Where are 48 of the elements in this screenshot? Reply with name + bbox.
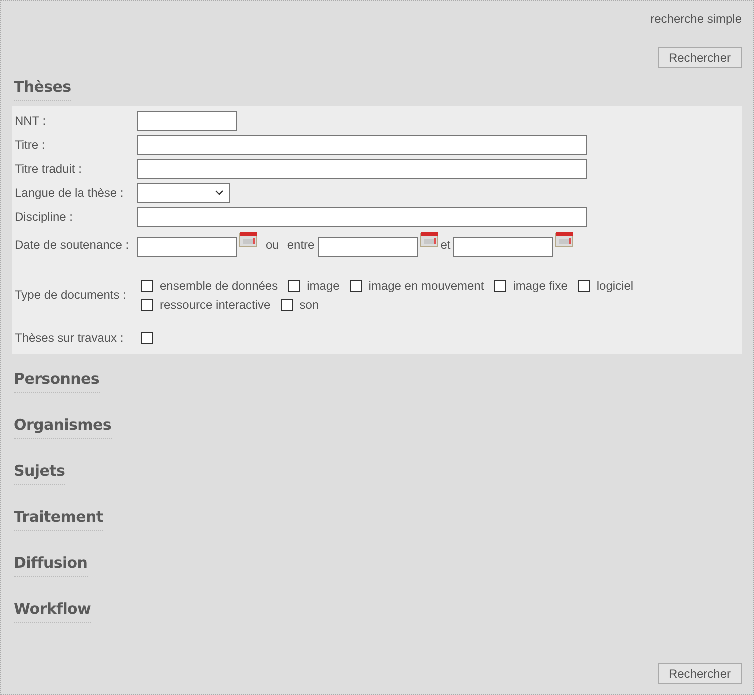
chevron-down-icon xyxy=(215,190,224,196)
section-heading[interactable]: Traitement xyxy=(14,508,104,531)
text-field[interactable] xyxy=(137,111,237,131)
simple-search-link[interactable]: recherche simple xyxy=(650,12,742,32)
section-heading[interactable]: Sujets xyxy=(14,462,66,485)
date-field[interactable] xyxy=(318,237,418,257)
field-label: Titre traduit : xyxy=(15,162,83,176)
section-heading[interactable]: Organismes xyxy=(14,416,112,439)
checkbox[interactable] xyxy=(141,298,153,310)
checkbox[interactable] xyxy=(288,280,300,292)
field-label: Thèses sur travaux : xyxy=(15,331,125,345)
text-field[interactable] xyxy=(137,207,587,227)
checkbox[interactable] xyxy=(350,280,362,292)
field-label: Titre : xyxy=(15,138,46,152)
field-label: Date de soutenance : xyxy=(15,238,130,252)
checkbox[interactable] xyxy=(280,298,293,310)
language-dropdown[interactable] xyxy=(137,183,230,203)
checkbox-label: image xyxy=(307,278,340,292)
date-field[interactable] xyxy=(452,237,553,257)
checkbox[interactable] xyxy=(141,280,153,292)
date-field[interactable] xyxy=(137,237,237,257)
calendar-icon[interactable] xyxy=(554,231,574,248)
checkbox-label: ensemble de données xyxy=(160,278,278,292)
field-label: Type de documents : xyxy=(15,288,128,302)
section-heading[interactable]: Personnes xyxy=(14,370,100,393)
and-label: et xyxy=(440,238,451,252)
section-heading[interactable]: Thèses xyxy=(14,78,72,101)
between-label: entre xyxy=(287,238,315,252)
checkbox-label: ressource interactive xyxy=(160,298,271,312)
checkbox-label: image en mouvement xyxy=(368,278,484,292)
field-label: Langue de la thèse : xyxy=(15,186,125,200)
search-button[interactable]: Rechercher xyxy=(658,47,742,68)
section-heading[interactable]: Workflow xyxy=(14,600,92,623)
checkbox[interactable] xyxy=(494,280,506,292)
field-label: NNT : xyxy=(15,114,48,128)
checkbox-label: son xyxy=(300,298,320,312)
checkbox-label: logiciel xyxy=(596,278,634,292)
text-field[interactable] xyxy=(137,135,587,155)
text-field[interactable] xyxy=(137,159,587,179)
checkbox-label: image fixe xyxy=(513,278,568,292)
checkbox[interactable] xyxy=(578,280,590,292)
calendar-icon[interactable] xyxy=(420,231,439,248)
or-label: ou xyxy=(266,238,280,252)
field-label: Discipline : xyxy=(15,210,74,224)
checkbox[interactable] xyxy=(141,332,153,344)
section-heading[interactable]: Diffusion xyxy=(14,554,88,577)
search-button[interactable]: Rechercher xyxy=(658,663,742,684)
calendar-icon[interactable] xyxy=(239,231,258,248)
